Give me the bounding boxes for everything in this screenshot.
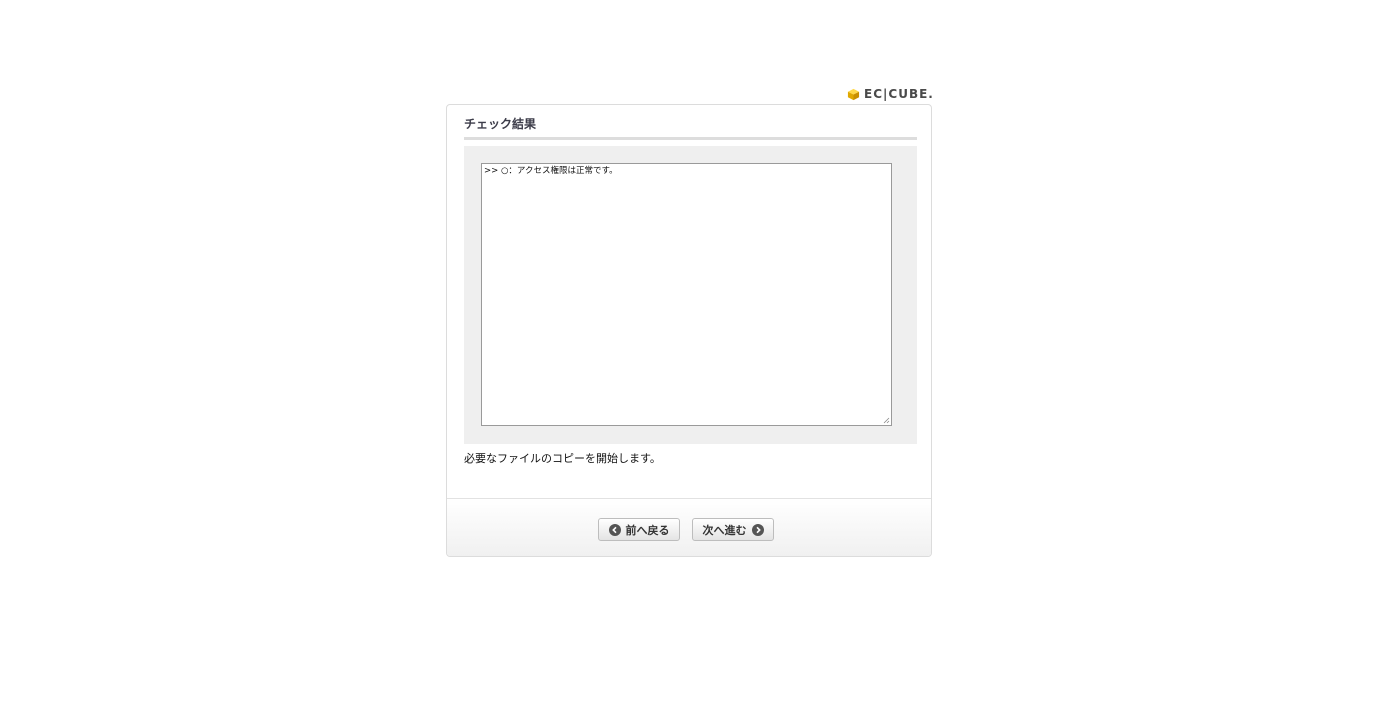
resize-grip-icon[interactable] (883, 417, 890, 424)
panel-title: チェック結果 (464, 115, 917, 140)
next-button-label: 次へ進む (702, 523, 747, 537)
check-result-panel: チェック結果 >> ○：アクセス権限は正常です。 必要なファイルのコピーを開始し… (446, 104, 932, 557)
result-box: >> ○：アクセス権限は正常です。 (464, 146, 917, 444)
result-textarea[interactable]: >> ○：アクセス権限は正常です。 (481, 163, 892, 426)
back-button[interactable]: 前へ戻る (598, 518, 680, 541)
status-message: 必要なファイルのコピーを開始します。 (464, 452, 661, 465)
cube-icon (847, 88, 860, 100)
back-button-label: 前へ戻る (625, 523, 670, 537)
arrow-left-circle-icon (608, 523, 621, 536)
next-button[interactable]: 次へ進む (692, 518, 774, 541)
page: EC|CUBE. チェック結果 >> ○：アクセス権限は正常です。 必要なファイ… (0, 0, 1380, 720)
ec-cube-logo: EC|CUBE. (847, 86, 935, 102)
button-footer: 前へ戻る 次へ進む (447, 498, 931, 556)
logo-text: EC|CUBE. (864, 87, 934, 101)
arrow-right-circle-icon (751, 523, 764, 536)
